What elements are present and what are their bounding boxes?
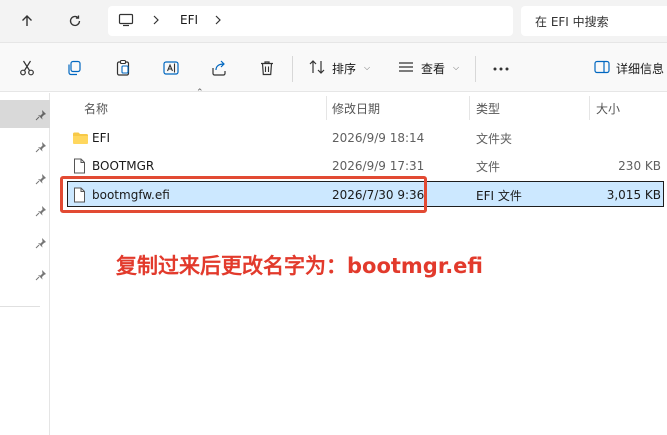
toolbar-divider [475, 56, 476, 82]
toolbar-divider [292, 56, 293, 82]
more-icon [492, 61, 510, 75]
up-arrow-icon[interactable] [14, 8, 40, 34]
address-bar[interactable]: EFI [108, 6, 513, 36]
rename-icon[interactable] [160, 57, 182, 79]
file-type: 文件 [476, 159, 501, 174]
pin-icon[interactable] [34, 172, 48, 186]
file-size: 230 KB [618, 159, 661, 173]
paste-icon[interactable] [112, 57, 134, 79]
breadcrumb-chevron-icon[interactable] [152, 14, 160, 29]
file-name: EFI [92, 131, 111, 145]
search-input[interactable]: 在 EFI 中搜索 [521, 6, 667, 36]
view-button[interactable]: 查看 ⌵ [397, 57, 459, 79]
computer-icon[interactable] [118, 13, 134, 30]
pin-icon[interactable] [34, 140, 48, 154]
chevron-down-icon: ⌵ [364, 63, 371, 72]
column-divider[interactable] [469, 96, 470, 120]
folder-icon [72, 125, 89, 151]
annotation-text: 复制过来后更改名字为：bootmgr.efi [116, 254, 483, 278]
breadcrumb-chevron-icon[interactable] [214, 14, 222, 29]
details-pane-icon [594, 60, 610, 77]
pin-icon[interactable] [34, 268, 48, 282]
more-options-button[interactable] [492, 57, 510, 79]
column-header-size[interactable]: 大小 [596, 96, 620, 120]
sort-label: 排序 [332, 61, 357, 76]
file-modified: 2026/9/9 18:14 [332, 131, 425, 145]
file-row[interactable]: EFI 2026/9/9 18:14 文件夹 [67, 125, 664, 151]
pin-icon[interactable] [34, 204, 48, 218]
sort-icon [308, 59, 326, 78]
delete-icon[interactable] [256, 57, 278, 79]
breadcrumb-efi[interactable]: EFI [180, 13, 198, 27]
pin-icon[interactable] [34, 236, 48, 250]
cut-icon[interactable] [16, 57, 38, 79]
view-icon [397, 60, 415, 77]
sort-button[interactable]: 排序 ⌵ [308, 57, 370, 79]
chevron-down-icon: ⌵ [453, 63, 460, 72]
column-header-name[interactable]: 名称 [84, 96, 108, 120]
annotation-highlight-box [60, 176, 427, 213]
file-type: 文件夹 [476, 131, 513, 146]
view-label: 查看 [421, 61, 446, 76]
column-divider[interactable] [326, 96, 327, 120]
details-pane-button[interactable]: 详细信息 [594, 57, 664, 79]
file-type: EFI 文件 [476, 188, 522, 203]
command-toolbar: 排序 ⌵ 查看 ⌵ 详细信息 [0, 42, 667, 92]
sort-up-caret-icon: ⌃ [196, 88, 204, 98]
file-size: 3,015 KB [606, 188, 661, 202]
nav-divider [0, 306, 40, 307]
refresh-icon[interactable] [62, 8, 88, 34]
column-header-modified[interactable]: 修改日期 [332, 96, 380, 120]
pin-icon[interactable] [34, 108, 48, 122]
details-label: 详细信息 [616, 61, 665, 76]
copy-icon[interactable] [63, 57, 85, 79]
navigation-pane [0, 93, 50, 435]
search-placeholder: 在 EFI 中搜索 [535, 15, 609, 29]
column-divider[interactable] [589, 96, 590, 120]
column-header-type[interactable]: 类型 [476, 96, 500, 120]
file-size [587, 125, 661, 151]
address-row: EFI 在 EFI 中搜索 [0, 0, 667, 42]
share-icon[interactable] [208, 57, 230, 79]
